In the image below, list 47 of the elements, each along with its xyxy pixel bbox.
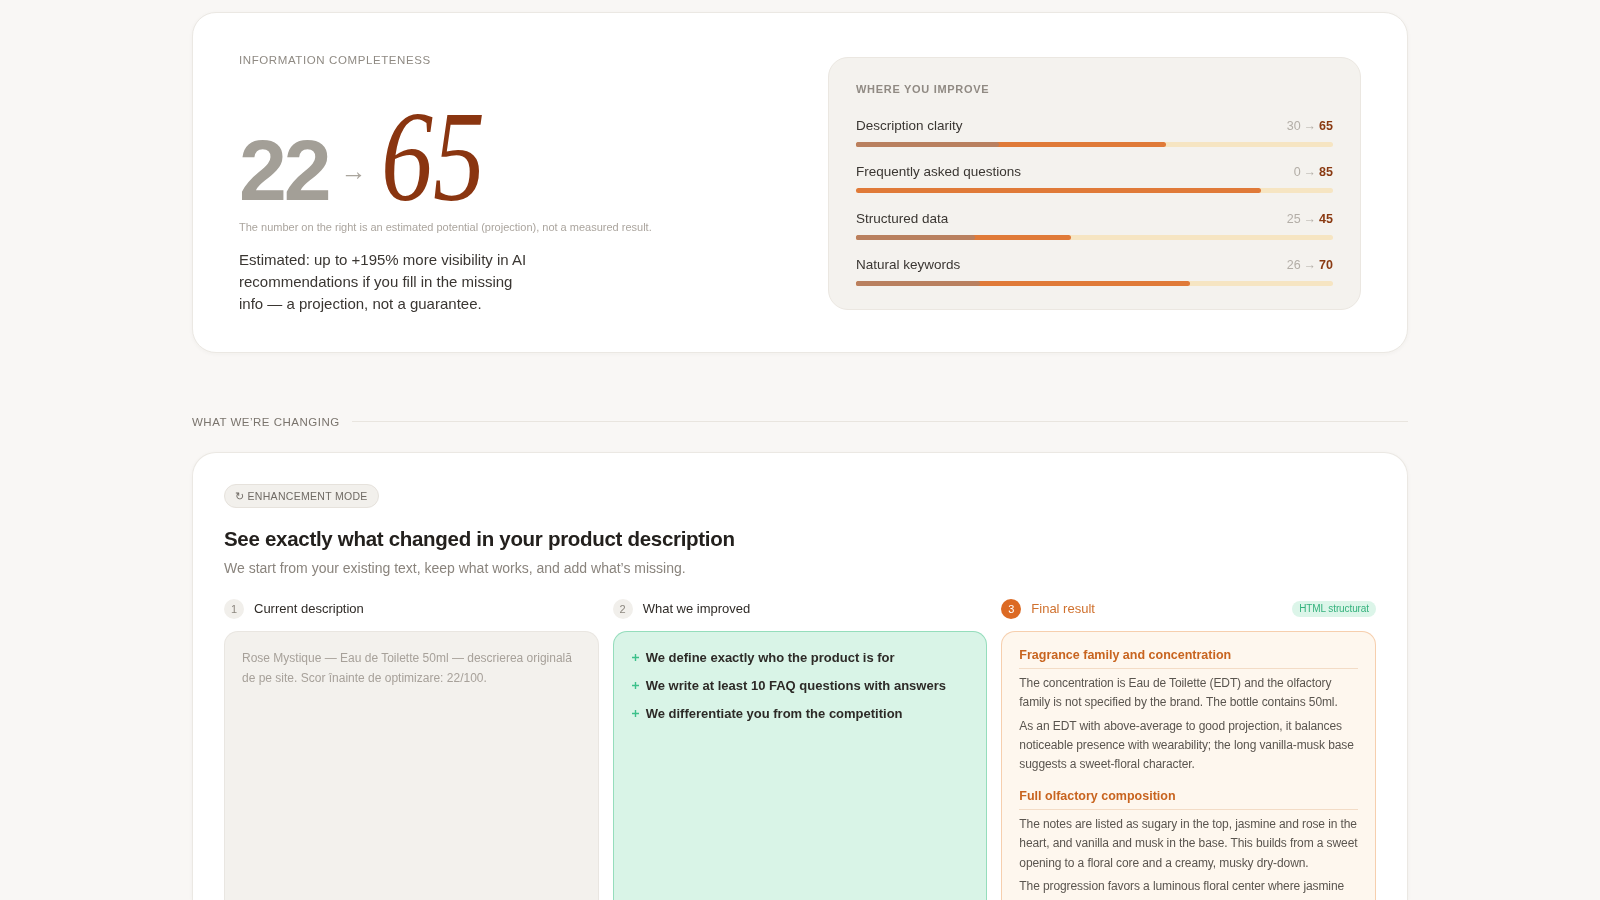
estimate-text: Estimated: up to +195% more visibility in AI recommendations if you fill in the missing info — a projection, not a guarantee. xyxy=(239,249,528,315)
plus-icon xyxy=(631,682,639,690)
format-tag: HTML structurat xyxy=(1292,600,1376,617)
projected-score: 65 xyxy=(1319,117,1333,135)
metric-label: Natural keywords xyxy=(856,256,961,274)
metric-label: Structured data xyxy=(856,209,949,228)
column-title: Current description xyxy=(254,600,364,617)
result-heading: Fragrance family and concentration xyxy=(1019,646,1232,664)
improvement-item: We differentiate you from the competition xyxy=(645,704,903,723)
section-label: INFORMATION COMPLETENESS xyxy=(239,53,431,67)
arrow-icon: → xyxy=(1303,256,1317,274)
projected-score: 70 xyxy=(1319,257,1333,274)
previous-score: 30 xyxy=(1286,117,1301,135)
metric-label: Description clarity xyxy=(856,116,963,135)
panel-label: WHERE YOU IMPROVE xyxy=(856,83,991,95)
step-number: 3 xyxy=(1001,598,1022,619)
result-paragraph: The progression favors a luminous floral center where jasmine xyxy=(1019,877,1346,895)
result-paragraph: As an EDT with above-average to good projection, it balances noticeable presence with wearability; the long vanilla-musk base suggests a sweet-floral character. xyxy=(1019,717,1355,774)
result-paragraph: The notes are listed as sugary in the top, jasmine and rose in the heart, and vanilla and musk in the base. This builds from a sweet opening to a floral core and a creamy, musky dry-down. xyxy=(1019,815,1358,872)
plus-icon xyxy=(631,710,639,718)
mode-badge: ↻ ENHANCEMENT MODE xyxy=(224,483,379,508)
step-number: 2 xyxy=(612,598,633,619)
section-title: WHAT WE’RE CHANGING xyxy=(192,414,340,429)
comparison-subtitle: We start from your existing text, keep what works, and add what’s missing. xyxy=(224,558,687,578)
description-text: Rose Mystique — Eau de Toilette 50ml — descrierea originală de pe site. Scor înainte de optimizare: 22/100. xyxy=(242,649,573,688)
result-heading: Full olfactory composition xyxy=(1019,787,1176,805)
projected-score: 45 xyxy=(1319,210,1333,228)
previous-score: 25 xyxy=(1286,210,1301,228)
disclaimer-text: The number on the right is an estimated potential (projection), not a measured result. xyxy=(239,219,652,234)
column-title: What we improved xyxy=(642,600,751,617)
improvement-item: We define exactly who the product is for xyxy=(645,648,895,667)
current-score: 22 xyxy=(239,134,329,208)
column-title: Final result xyxy=(1031,600,1095,617)
arrow-icon: → xyxy=(1303,116,1317,135)
arrow-icon: → xyxy=(340,160,367,183)
projected-score: 85 xyxy=(1319,164,1333,181)
projected-score: 65 xyxy=(380,101,485,212)
arrow-icon: → xyxy=(1303,209,1317,228)
previous-score: 26 xyxy=(1286,257,1301,274)
result-paragraph: The concentration is Eau de Toilette (EDT) and the olfactory family is not specified by the brand. The bottle contains 50ml. xyxy=(1019,674,1339,712)
plus-icon xyxy=(631,654,639,662)
metric-label: Frequently asked questions xyxy=(856,163,1022,181)
improvement-item: We write at least 10 FAQ questions with answers xyxy=(645,676,946,695)
comparison-title: See exactly what changed in your product description xyxy=(224,525,736,552)
arrow-icon: → xyxy=(1303,163,1317,181)
previous-score: 0 xyxy=(1293,164,1301,181)
step-number: 1 xyxy=(224,598,244,619)
